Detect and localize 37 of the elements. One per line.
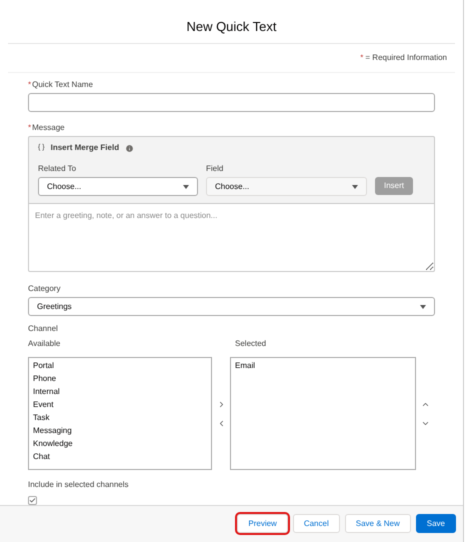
list-option[interactable]: Task (33, 411, 208, 424)
footer-button[interactable]: Save (416, 514, 456, 534)
list-option[interactable]: Email (235, 359, 410, 372)
list-option[interactable]: Portal (33, 359, 208, 372)
field-label: Related To (38, 163, 76, 175)
required-mark: * (28, 79, 32, 91)
message-text-area[interactable]: Enter a greeting, note, or an answer to a question... (28, 204, 435, 272)
merge-field-title: Insert Merge Field (50, 142, 120, 154)
dropdown-field[interactable]: Greetings (28, 297, 435, 316)
list-option[interactable]: Knowledge (33, 437, 208, 450)
footer-button[interactable]: Save & New (344, 514, 411, 534)
list-option[interactable]: Phone (33, 372, 208, 385)
list-label: Available (28, 338, 60, 350)
dropdown-field[interactable]: Choose... (38, 177, 198, 196)
field-label: Channel (28, 323, 58, 335)
list-option[interactable]: Internal (33, 385, 208, 398)
dropdown-field[interactable]: Choose... (206, 177, 367, 196)
field-label: Field (206, 163, 224, 175)
dialog-title: New Quick Text (186, 18, 277, 36)
list-label: Selected (235, 338, 266, 350)
field-label: Message (32, 122, 65, 134)
caret-icon (183, 184, 189, 188)
list-option[interactable]: Messaging (33, 424, 208, 437)
footer-button[interactable]: Cancel (292, 514, 340, 534)
field-label: Quick Text Name (32, 79, 93, 91)
required-note: = Required Information (365, 52, 447, 64)
checkbox-label: Include in selected channels (28, 479, 129, 491)
field-label: Category (28, 283, 60, 295)
name-input-field[interactable] (28, 93, 435, 112)
caret-icon (352, 184, 358, 188)
required-mark: * (360, 52, 364, 64)
caret-icon (420, 304, 426, 308)
list-option[interactable]: Event (33, 398, 208, 411)
info-icon (125, 144, 134, 152)
list-option[interactable]: Chat (33, 450, 208, 463)
required-mark: * (28, 122, 32, 134)
footer-button[interactable]: Preview (237, 514, 288, 534)
